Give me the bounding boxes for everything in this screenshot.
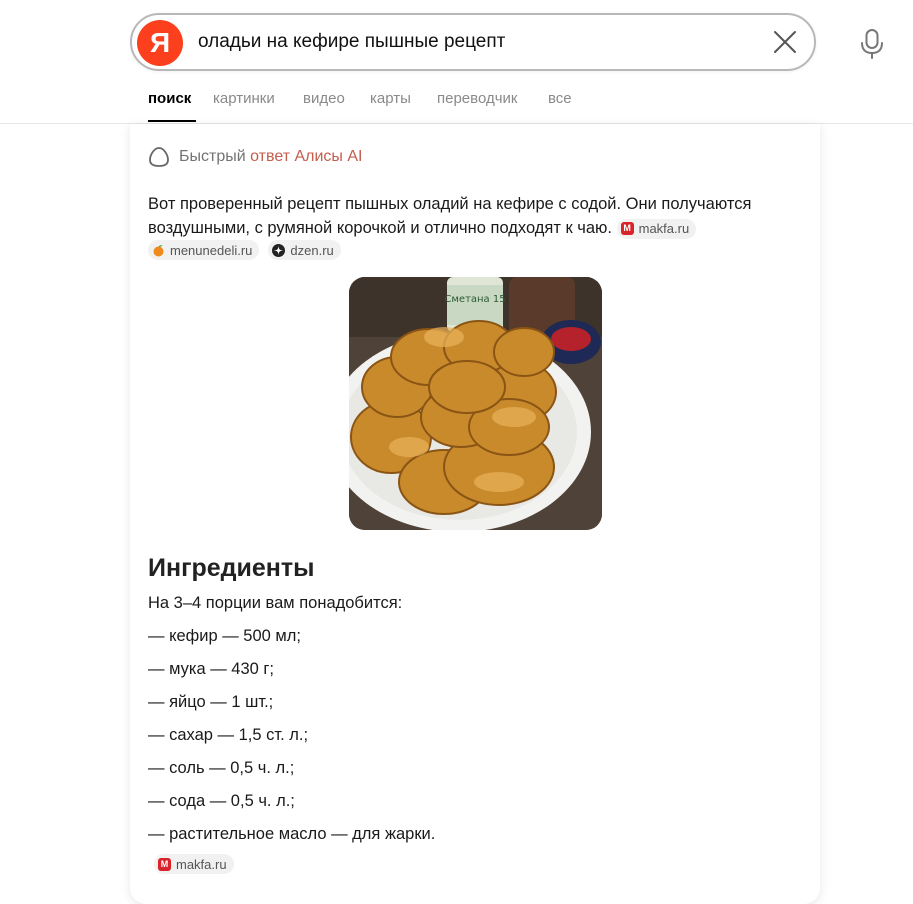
alice-icon (149, 147, 169, 167)
makfa-logo-icon: M (158, 857, 171, 871)
tab-all[interactable]: все (548, 90, 572, 107)
list-item: — сахар — 1,5 ст. л.; (148, 726, 309, 744)
jar-label: Сметана 15 (444, 294, 505, 305)
tab-maps[interactable]: карты (370, 90, 411, 107)
ingredients-heading: Ингредиенты (148, 554, 315, 582)
list-item: — соль — 0,5 ч. л.; (148, 759, 295, 777)
list-item: — сода — 0,5 ч. л.; (148, 792, 295, 810)
ingredients-intro: На 3–4 порции вам понадобится: (148, 594, 403, 612)
source-chip-label: makfa.ru (638, 220, 690, 236)
yandex-logo[interactable]: Я (137, 20, 183, 66)
orange-fruit-icon (153, 244, 164, 256)
source-chip-label: menunedeli.ru (170, 242, 253, 258)
ingredients-list: — кефир — 500 мл; — мука — 430 г; — яйцо… (148, 627, 435, 858)
source-chip-menunedeli[interactable]: menunedeli.ru (148, 240, 260, 260)
list-item: — кефир — 500 мл; (148, 627, 301, 645)
makfa-logo-icon: M (620, 222, 634, 236)
pancakes-image: Сметана 15 (349, 277, 602, 530)
microphone-icon[interactable] (857, 28, 887, 60)
alice-header: Быстрый ответ Алисы AI (148, 146, 362, 168)
search-bar[interactable]: Я оладьи на кефире пышные рецепт (130, 13, 816, 71)
pancakes-photo[interactable]: Сметана 15 (349, 277, 602, 530)
source-chip-dzen[interactable]: dzen.ru (268, 240, 341, 260)
source-chips: menunedeli.ru dzen.ru (148, 240, 341, 260)
dzen-logo-icon (272, 243, 286, 257)
answer-text: Вот проверенный рецепт пышных оладий на … (148, 192, 798, 240)
source-chip-label: makfa.ru (176, 856, 227, 872)
search-input[interactable]: оладьи на кефире пышные рецепт (198, 15, 505, 69)
source-chip-makfa[interactable]: M makfa.ru (616, 218, 697, 239)
ingredients-source: M makfa.ru (154, 854, 234, 874)
tab-images[interactable]: картинки (213, 90, 275, 107)
close-icon[interactable] (772, 29, 798, 55)
tab-translator[interactable]: переводчик (437, 90, 517, 107)
list-item: — яйцо — 1 шт.; (148, 693, 274, 711)
alice-header-accent: ответ Алисы AI (250, 148, 363, 165)
list-item: — мука — 430 г; (148, 660, 275, 678)
active-tab-underline (148, 120, 196, 122)
source-chip-label: dzen.ru (290, 242, 334, 258)
tab-video[interactable]: видео (303, 90, 345, 107)
alice-header-prefix: Быстрый (179, 148, 246, 165)
source-chip-makfa[interactable]: M makfa.ru (154, 854, 234, 874)
tab-search[interactable]: поиск (148, 90, 191, 107)
alice-answer-card: Быстрый ответ Алисы AI Вот проверенный р… (130, 124, 820, 904)
